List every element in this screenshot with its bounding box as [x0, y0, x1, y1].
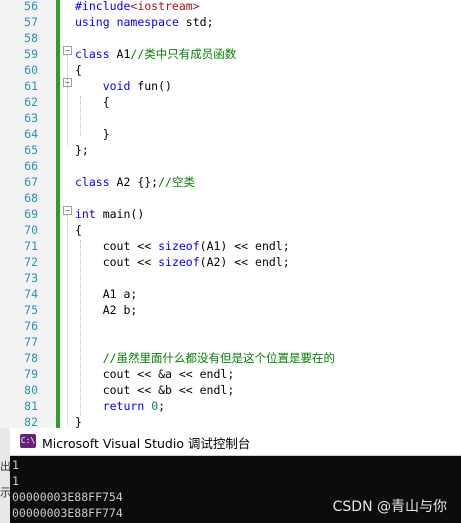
outline-guide — [67, 54, 68, 146]
keyword-token: int — [75, 207, 96, 221]
left-strip-top-text: 出 — [0, 460, 10, 473]
line-number: 58 — [24, 31, 38, 45]
line-number: 56 — [24, 0, 38, 13]
line-number: 71 — [24, 239, 38, 253]
console-title: Microsoft Visual Studio 调试控制台 — [42, 436, 251, 451]
code-token: cout << &a << endl; — [75, 367, 235, 381]
console-output-line: 1 — [12, 458, 19, 472]
code-token: }; — [75, 143, 89, 157]
code-line[interactable]: cout << sizeof(A1) << endl; — [75, 238, 290, 254]
code-line[interactable]: #include<iostream> — [75, 0, 200, 14]
line-number: 73 — [24, 271, 38, 285]
code-token: (A1) << endl; — [199, 239, 290, 253]
change-tracking-bar — [56, 0, 60, 428]
code-token: { — [75, 223, 82, 237]
console-output-line: 00000003E88FF754 — [12, 490, 123, 504]
code-line[interactable]: int main() — [75, 206, 144, 222]
line-number: 79 — [24, 367, 38, 381]
console-title-bar[interactable]: C:\ Microsoft Visual Studio 调试控制台 — [10, 428, 461, 456]
code-token: (A2) << endl; — [199, 255, 290, 269]
line-number: 81 — [24, 399, 38, 413]
code-line[interactable]: cout << &b << endl; — [75, 382, 235, 398]
code-line[interactable]: class A2 {};//空类 — [75, 174, 195, 190]
code-token: main() — [95, 207, 145, 221]
code-token: fun() — [130, 79, 172, 93]
line-number: 67 — [24, 175, 38, 189]
code-line[interactable]: } — [75, 414, 82, 428]
code-line[interactable]: A1 a; — [75, 286, 138, 302]
comment-token: //空类 — [158, 175, 195, 189]
code-token: A2 b; — [75, 303, 138, 317]
code-line[interactable]: cout << sizeof(A2) << endl; — [75, 254, 290, 270]
code-editor[interactable]: 56 57 58 59 60 61 62 63 64 65 66 67 68 69 70 71 72 73 74 75… — [0, 0, 461, 428]
line-number: 68 — [24, 191, 38, 205]
code-token: } — [75, 415, 82, 428]
line-number: 66 — [24, 159, 38, 173]
code-line[interactable]: A2 b; — [75, 302, 138, 318]
keyword-token: namespace — [116, 15, 179, 29]
code-line[interactable]: { — [75, 62, 82, 78]
code-line[interactable]: //虽然里面什么都没有但是这个位置是要在的 — [75, 350, 335, 366]
keyword-token: sizeof — [158, 239, 200, 253]
line-number: 61 — [24, 79, 38, 93]
keyword-token: class — [75, 175, 110, 189]
code-line[interactable]: { — [75, 222, 82, 238]
code-token: cout << — [75, 239, 159, 253]
line-number: 60 — [24, 63, 38, 77]
console-app-icon: C:\ — [20, 434, 36, 448]
left-panel-strip: 出 示 — [0, 428, 10, 523]
line-number: 72 — [24, 255, 38, 269]
line-number: 62 — [24, 95, 38, 109]
keyword-token: return — [102, 399, 145, 413]
code-token: std; — [178, 15, 214, 29]
line-number-gutter: 56 57 58 59 60 61 62 63 64 65 66 67 68 69 70 71 72 73 74 75… — [0, 0, 56, 428]
code-line[interactable]: }; — [75, 142, 89, 158]
indent-guide — [80, 240, 81, 416]
line-number: 70 — [24, 223, 38, 237]
line-number: 69 — [24, 207, 38, 221]
console-output-line: 00000003E88FF774 — [12, 506, 123, 520]
keyword-token: sizeof — [158, 255, 200, 269]
csdn-watermark: CSDN @青山与你 — [332, 499, 447, 515]
code-line[interactable]: cout << &a << endl; — [75, 366, 235, 382]
line-number: 63 — [24, 111, 38, 125]
code-token: A1 a; — [75, 287, 138, 301]
line-number: 78 — [24, 351, 38, 365]
outline-guide — [67, 214, 68, 426]
line-number: 75 — [24, 303, 38, 317]
keyword-token: void — [102, 79, 131, 93]
code-line[interactable]: using namespace std; — [75, 14, 214, 30]
code-token: cout << — [75, 255, 159, 269]
keyword-token: #include — [75, 0, 131, 13]
line-number: 80 — [24, 383, 38, 397]
left-strip-bottom-text: 示 — [0, 486, 10, 499]
line-number: 59 — [24, 47, 38, 61]
code-token: A1 — [109, 47, 131, 61]
keyword-token: using — [75, 15, 110, 29]
keyword-token: class — [75, 47, 110, 61]
line-number: 57 — [24, 15, 38, 29]
code-line[interactable]: return 0; — [75, 398, 165, 414]
line-number: 64 — [24, 127, 38, 141]
string-token: <iostream> — [130, 0, 200, 13]
comment-token: //虽然里面什么都没有但是这个位置是要在的 — [102, 351, 336, 365]
code-token: A2 {}; — [109, 175, 159, 189]
code-token: { — [75, 63, 82, 77]
code-line[interactable]: void fun() — [75, 78, 172, 94]
line-number: 65 — [24, 143, 38, 157]
line-number: 77 — [24, 335, 38, 349]
line-number: 76 — [24, 319, 38, 333]
code-line[interactable]: class A1//类中只有成员函数 — [75, 46, 236, 62]
code-token: ; — [158, 399, 166, 413]
indent-guide — [80, 96, 81, 136]
console-output-line: 1 — [12, 474, 19, 488]
code-token: cout << &b << endl; — [75, 383, 235, 397]
comment-token: //类中只有成员函数 — [130, 47, 237, 61]
line-number: 74 — [24, 287, 38, 301]
line-number: 82 — [24, 415, 38, 428]
